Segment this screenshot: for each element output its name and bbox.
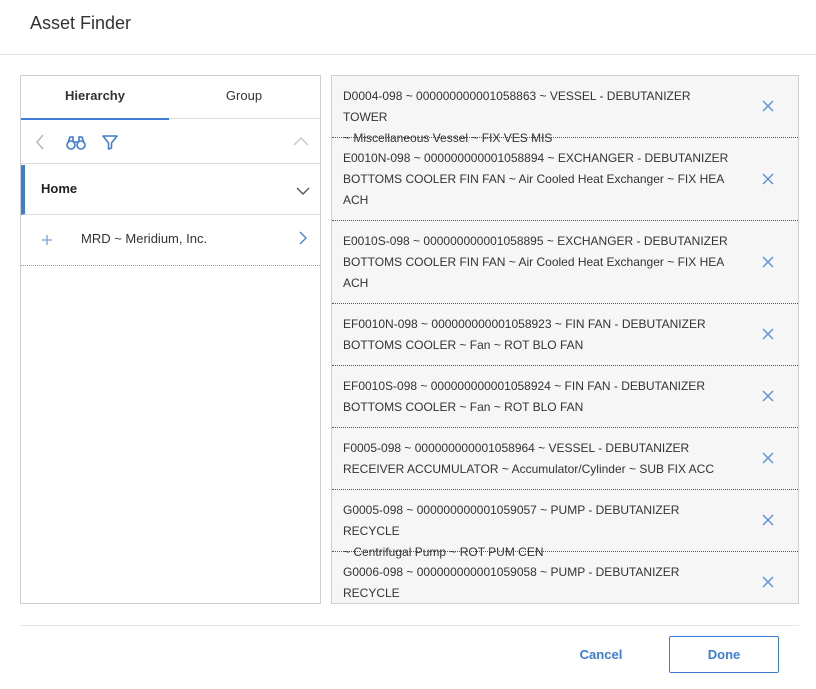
selected-asset-label-line: E0010S-098 ~ 000000000001058895 ~ EXCHAN…: [343, 234, 728, 248]
selected-asset-item: G0006-098 ~ 000000000001059058 ~ PUMP - …: [332, 552, 798, 603]
selected-asset-label-line: BOTTOMS COOLER ~ Fan ~ ROT BLO FAN: [343, 400, 584, 414]
selected-asset-item: D0004-098 ~ 000000000001058863 ~ VESSEL …: [332, 76, 798, 145]
cancel-button[interactable]: Cancel: [565, 637, 637, 673]
close-icon[interactable]: [761, 99, 775, 113]
selected-asset-item: EF0010S-098 ~ 000000000001058924 ~ FIN F…: [332, 366, 798, 428]
selected-asset-label-line: EF0010N-098 ~ 000000000001058923 ~ FIN F…: [343, 317, 706, 331]
selected-asset-label-line: G0006-098 ~ 000000000001059058 ~ PUMP - …: [343, 565, 680, 600]
chevron-up-icon[interactable]: [291, 132, 311, 152]
selected-asset-item: EF0010N-098 ~ 000000000001058923 ~ FIN F…: [332, 304, 798, 366]
selected-asset-label-line: E0010N-098 ~ 000000000001058894 ~ EXCHAN…: [343, 151, 729, 165]
selected-asset-label: G0006-098 ~ 000000000001059058 ~ PUMP - …: [343, 562, 733, 603]
hierarchy-panel: Hierarchy Group Home MRD ~ Meridium, Inc…: [20, 75, 321, 604]
selected-asset-label: E0010S-098 ~ 000000000001058895 ~ EXCHAN…: [343, 231, 733, 294]
plus-icon[interactable]: [41, 233, 53, 251]
selected-asset-item: G0005-098 ~ 000000000001059057 ~ PUMP - …: [332, 490, 798, 559]
tree-item-label: MRD ~ Meridium, Inc.: [81, 231, 208, 246]
selected-asset-label: EF0010N-098 ~ 000000000001058923 ~ FIN F…: [343, 314, 733, 356]
selected-asset-item: F0005-098 ~ 000000000001058964 ~ VESSEL …: [332, 428, 798, 490]
selected-asset-item: E0010N-098 ~ 000000000001058894 ~ EXCHAN…: [332, 138, 798, 221]
selected-asset-label-line: G0005-098 ~ 000000000001059057 ~ PUMP - …: [343, 503, 680, 538]
filter-icon[interactable]: [101, 132, 121, 152]
selected-asset-label: E0010N-098 ~ 000000000001058894 ~ EXCHAN…: [343, 148, 733, 211]
close-icon[interactable]: [761, 327, 775, 341]
selected-asset-label: F0005-098 ~ 000000000001058964 ~ VESSEL …: [343, 438, 733, 480]
selected-asset-label-line: EF0010S-098 ~ 000000000001058924 ~ FIN F…: [343, 379, 705, 393]
tab-bar: Hierarchy Group: [21, 76, 320, 120]
selected-asset-item: E0010S-098 ~ 000000000001058895 ~ EXCHAN…: [332, 221, 798, 304]
selected-asset-label-line: BOTTOMS COOLER FIN FAN ~ Air Cooled Heat…: [343, 172, 725, 186]
close-icon[interactable]: [761, 451, 775, 465]
home-label: Home: [41, 181, 78, 196]
close-icon[interactable]: [761, 172, 775, 186]
chevron-down-icon[interactable]: [296, 183, 310, 201]
tree-item[interactable]: MRD ~ Meridium, Inc.: [21, 216, 320, 266]
selected-asset-label-line: F0005-098 ~ 000000000001058964 ~ VESSEL …: [343, 441, 690, 455]
done-button[interactable]: Done: [669, 636, 779, 673]
selected-asset-label-line: ACH: [343, 193, 369, 207]
selected-asset-label-line: D0004-098 ~ 000000000001058863 ~ VESSEL …: [343, 89, 691, 124]
close-icon[interactable]: [761, 513, 775, 527]
dialog-header: Asset Finder: [0, 0, 816, 55]
selected-assets-list: D0004-098 ~ 000000000001058863 ~ VESSEL …: [331, 75, 799, 604]
chevron-left-icon[interactable]: [33, 132, 53, 152]
footer-divider: [20, 625, 799, 626]
dialog-title: Asset Finder: [30, 13, 132, 33]
tab-hierarchy[interactable]: Hierarchy: [21, 76, 169, 120]
close-icon[interactable]: [761, 575, 775, 589]
tree-item-home[interactable]: Home: [21, 165, 320, 215]
selected-asset-label-line: BOTTOMS COOLER FIN FAN ~ Air Cooled Heat…: [343, 255, 725, 269]
selected-asset-label-line: ACH: [343, 276, 369, 290]
selected-asset-label-line: RECEIVER ACCUMULATOR ~ Accumulator/Cylin…: [343, 462, 714, 476]
chevron-right-icon[interactable]: [298, 231, 308, 250]
binoculars-icon[interactable]: [65, 132, 87, 152]
tab-group[interactable]: Group: [170, 76, 318, 119]
selected-asset-label-line: BOTTOMS COOLER ~ Fan ~ ROT BLO FAN: [343, 338, 584, 352]
close-icon[interactable]: [761, 389, 775, 403]
selected-asset-label: EF0010S-098 ~ 000000000001058924 ~ FIN F…: [343, 376, 733, 418]
asset-finder-dialog: Asset Finder Hierarchy Group Home MRD ~ …: [0, 0, 816, 689]
close-icon[interactable]: [761, 255, 775, 269]
hierarchy-toolbar: [21, 120, 320, 164]
